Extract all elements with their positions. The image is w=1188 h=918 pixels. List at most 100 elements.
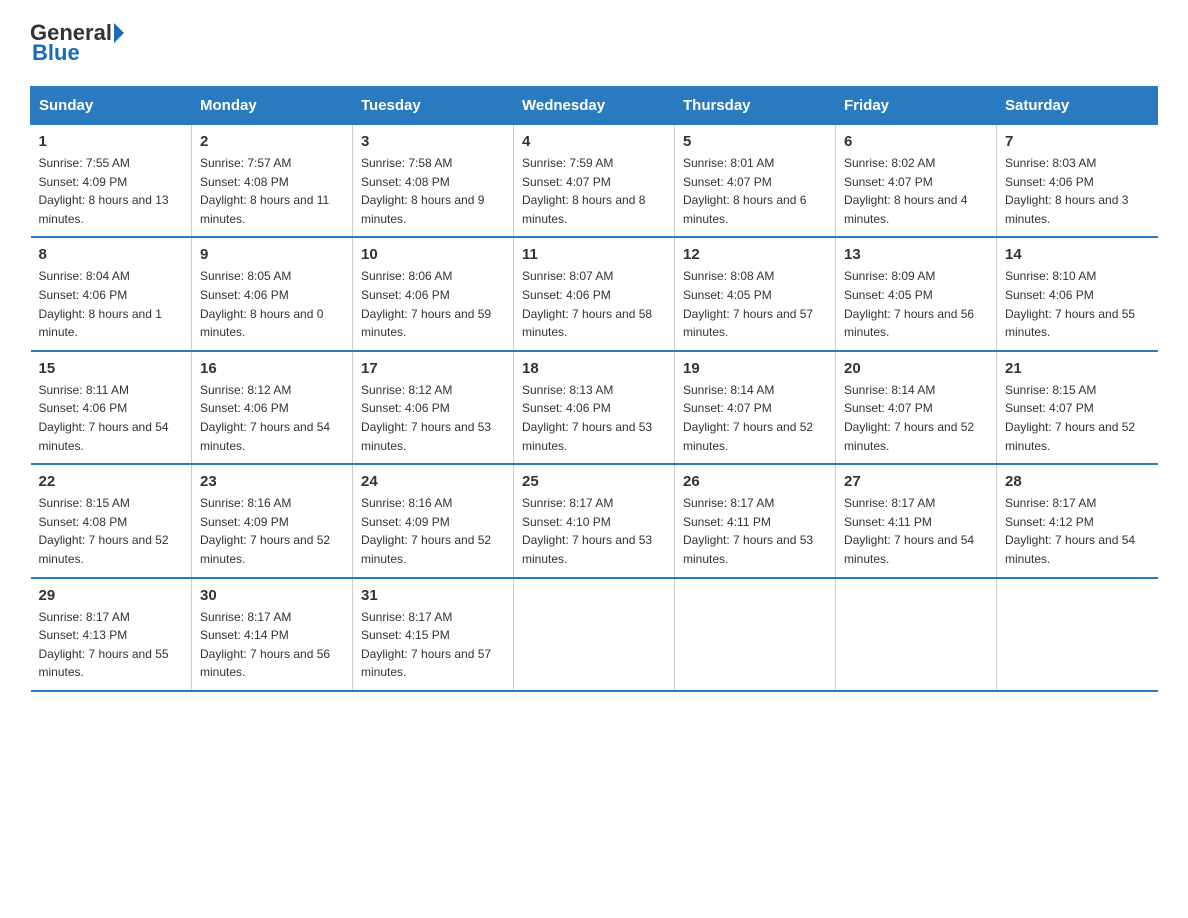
day-number: 11 bbox=[522, 246, 666, 263]
calendar-cell: 11 Sunrise: 8:07 AMSunset: 4:06 PMDaylig… bbox=[514, 237, 675, 350]
calendar-cell: 29 Sunrise: 8:17 AMSunset: 4:13 PMDaylig… bbox=[31, 578, 192, 691]
day-info: Sunrise: 8:14 AMSunset: 4:07 PMDaylight:… bbox=[683, 381, 827, 455]
logo-arrow-icon bbox=[114, 23, 124, 43]
day-number: 3 bbox=[361, 133, 505, 150]
calendar-cell: 16 Sunrise: 8:12 AMSunset: 4:06 PMDaylig… bbox=[192, 351, 353, 464]
day-number: 29 bbox=[39, 587, 184, 604]
day-info: Sunrise: 8:06 AMSunset: 4:06 PMDaylight:… bbox=[361, 267, 505, 341]
day-info: Sunrise: 7:58 AMSunset: 4:08 PMDaylight:… bbox=[361, 154, 505, 228]
header-monday: Monday bbox=[192, 87, 353, 125]
day-info: Sunrise: 8:07 AMSunset: 4:06 PMDaylight:… bbox=[522, 267, 666, 341]
day-info: Sunrise: 8:10 AMSunset: 4:06 PMDaylight:… bbox=[1005, 267, 1150, 341]
week-row-3: 15 Sunrise: 8:11 AMSunset: 4:06 PMDaylig… bbox=[31, 351, 1158, 464]
week-row-2: 8 Sunrise: 8:04 AMSunset: 4:06 PMDayligh… bbox=[31, 237, 1158, 350]
day-number: 25 bbox=[522, 473, 666, 490]
calendar-cell: 24 Sunrise: 8:16 AMSunset: 4:09 PMDaylig… bbox=[353, 464, 514, 577]
calendar-cell: 17 Sunrise: 8:12 AMSunset: 4:06 PMDaylig… bbox=[353, 351, 514, 464]
calendar-cell: 10 Sunrise: 8:06 AMSunset: 4:06 PMDaylig… bbox=[353, 237, 514, 350]
calendar-cell bbox=[675, 578, 836, 691]
header-sunday: Sunday bbox=[31, 87, 192, 125]
day-number: 31 bbox=[361, 587, 505, 604]
day-number: 15 bbox=[39, 360, 184, 377]
header-saturday: Saturday bbox=[997, 87, 1158, 125]
calendar-cell: 23 Sunrise: 8:16 AMSunset: 4:09 PMDaylig… bbox=[192, 464, 353, 577]
calendar-cell: 7 Sunrise: 8:03 AMSunset: 4:06 PMDayligh… bbox=[997, 125, 1158, 238]
day-number: 30 bbox=[200, 587, 344, 604]
calendar-cell: 21 Sunrise: 8:15 AMSunset: 4:07 PMDaylig… bbox=[997, 351, 1158, 464]
calendar-cell: 15 Sunrise: 8:11 AMSunset: 4:06 PMDaylig… bbox=[31, 351, 192, 464]
day-info: Sunrise: 7:55 AMSunset: 4:09 PMDaylight:… bbox=[39, 154, 184, 228]
day-info: Sunrise: 8:12 AMSunset: 4:06 PMDaylight:… bbox=[361, 381, 505, 455]
day-info: Sunrise: 7:59 AMSunset: 4:07 PMDaylight:… bbox=[522, 154, 666, 228]
day-info: Sunrise: 8:16 AMSunset: 4:09 PMDaylight:… bbox=[200, 494, 344, 568]
day-number: 23 bbox=[200, 473, 344, 490]
calendar-cell: 27 Sunrise: 8:17 AMSunset: 4:11 PMDaylig… bbox=[836, 464, 997, 577]
day-info: Sunrise: 8:17 AMSunset: 4:11 PMDaylight:… bbox=[844, 494, 988, 568]
day-number: 19 bbox=[683, 360, 827, 377]
day-number: 8 bbox=[39, 246, 184, 263]
calendar-cell: 12 Sunrise: 8:08 AMSunset: 4:05 PMDaylig… bbox=[675, 237, 836, 350]
calendar-cell bbox=[836, 578, 997, 691]
calendar-cell: 26 Sunrise: 8:17 AMSunset: 4:11 PMDaylig… bbox=[675, 464, 836, 577]
calendar-cell: 18 Sunrise: 8:13 AMSunset: 4:06 PMDaylig… bbox=[514, 351, 675, 464]
calendar-cell: 31 Sunrise: 8:17 AMSunset: 4:15 PMDaylig… bbox=[353, 578, 514, 691]
week-row-4: 22 Sunrise: 8:15 AMSunset: 4:08 PMDaylig… bbox=[31, 464, 1158, 577]
day-info: Sunrise: 8:12 AMSunset: 4:06 PMDaylight:… bbox=[200, 381, 344, 455]
day-info: Sunrise: 8:11 AMSunset: 4:06 PMDaylight:… bbox=[39, 381, 184, 455]
calendar-cell: 20 Sunrise: 8:14 AMSunset: 4:07 PMDaylig… bbox=[836, 351, 997, 464]
day-number: 13 bbox=[844, 246, 988, 263]
page-header: General Blue bbox=[30, 20, 1158, 66]
header-friday: Friday bbox=[836, 87, 997, 125]
day-info: Sunrise: 8:08 AMSunset: 4:05 PMDaylight:… bbox=[683, 267, 827, 341]
day-number: 21 bbox=[1005, 360, 1150, 377]
day-info: Sunrise: 8:15 AMSunset: 4:07 PMDaylight:… bbox=[1005, 381, 1150, 455]
day-info: Sunrise: 8:14 AMSunset: 4:07 PMDaylight:… bbox=[844, 381, 988, 455]
day-info: Sunrise: 8:04 AMSunset: 4:06 PMDaylight:… bbox=[39, 267, 184, 341]
calendar-cell: 6 Sunrise: 8:02 AMSunset: 4:07 PMDayligh… bbox=[836, 125, 997, 238]
calendar-cell: 22 Sunrise: 8:15 AMSunset: 4:08 PMDaylig… bbox=[31, 464, 192, 577]
day-number: 26 bbox=[683, 473, 827, 490]
calendar-cell bbox=[997, 578, 1158, 691]
day-info: Sunrise: 8:16 AMSunset: 4:09 PMDaylight:… bbox=[361, 494, 505, 568]
day-number: 2 bbox=[200, 133, 344, 150]
day-info: Sunrise: 8:03 AMSunset: 4:06 PMDaylight:… bbox=[1005, 154, 1150, 228]
day-number: 5 bbox=[683, 133, 827, 150]
calendar-cell: 8 Sunrise: 8:04 AMSunset: 4:06 PMDayligh… bbox=[31, 237, 192, 350]
calendar-cell: 9 Sunrise: 8:05 AMSunset: 4:06 PMDayligh… bbox=[192, 237, 353, 350]
day-number: 14 bbox=[1005, 246, 1150, 263]
calendar-cell: 3 Sunrise: 7:58 AMSunset: 4:08 PMDayligh… bbox=[353, 125, 514, 238]
calendar-cell: 28 Sunrise: 8:17 AMSunset: 4:12 PMDaylig… bbox=[997, 464, 1158, 577]
day-number: 24 bbox=[361, 473, 505, 490]
day-info: Sunrise: 8:17 AMSunset: 4:12 PMDaylight:… bbox=[1005, 494, 1150, 568]
day-number: 18 bbox=[522, 360, 666, 377]
day-info: Sunrise: 8:13 AMSunset: 4:06 PMDaylight:… bbox=[522, 381, 666, 455]
logo-blue-text: Blue bbox=[32, 40, 80, 65]
header-thursday: Thursday bbox=[675, 87, 836, 125]
week-row-1: 1 Sunrise: 7:55 AMSunset: 4:09 PMDayligh… bbox=[31, 125, 1158, 238]
calendar-cell: 13 Sunrise: 8:09 AMSunset: 4:05 PMDaylig… bbox=[836, 237, 997, 350]
day-number: 1 bbox=[39, 133, 184, 150]
day-number: 27 bbox=[844, 473, 988, 490]
day-info: Sunrise: 7:57 AMSunset: 4:08 PMDaylight:… bbox=[200, 154, 344, 228]
day-number: 20 bbox=[844, 360, 988, 377]
calendar-table: SundayMondayTuesdayWednesdayThursdayFrid… bbox=[30, 86, 1158, 692]
day-info: Sunrise: 8:09 AMSunset: 4:05 PMDaylight:… bbox=[844, 267, 988, 341]
calendar-cell: 30 Sunrise: 8:17 AMSunset: 4:14 PMDaylig… bbox=[192, 578, 353, 691]
calendar-cell bbox=[514, 578, 675, 691]
day-number: 12 bbox=[683, 246, 827, 263]
week-row-5: 29 Sunrise: 8:17 AMSunset: 4:13 PMDaylig… bbox=[31, 578, 1158, 691]
day-number: 17 bbox=[361, 360, 505, 377]
header-tuesday: Tuesday bbox=[353, 87, 514, 125]
day-number: 9 bbox=[200, 246, 344, 263]
calendar-cell: 25 Sunrise: 8:17 AMSunset: 4:10 PMDaylig… bbox=[514, 464, 675, 577]
calendar-cell: 5 Sunrise: 8:01 AMSunset: 4:07 PMDayligh… bbox=[675, 125, 836, 238]
day-info: Sunrise: 8:15 AMSunset: 4:08 PMDaylight:… bbox=[39, 494, 184, 568]
logo: General Blue bbox=[30, 20, 126, 66]
day-info: Sunrise: 8:17 AMSunset: 4:10 PMDaylight:… bbox=[522, 494, 666, 568]
header-wednesday: Wednesday bbox=[514, 87, 675, 125]
calendar-header-row: SundayMondayTuesdayWednesdayThursdayFrid… bbox=[31, 87, 1158, 125]
day-info: Sunrise: 8:17 AMSunset: 4:15 PMDaylight:… bbox=[361, 608, 505, 682]
calendar-cell: 2 Sunrise: 7:57 AMSunset: 4:08 PMDayligh… bbox=[192, 125, 353, 238]
day-number: 6 bbox=[844, 133, 988, 150]
day-number: 4 bbox=[522, 133, 666, 150]
